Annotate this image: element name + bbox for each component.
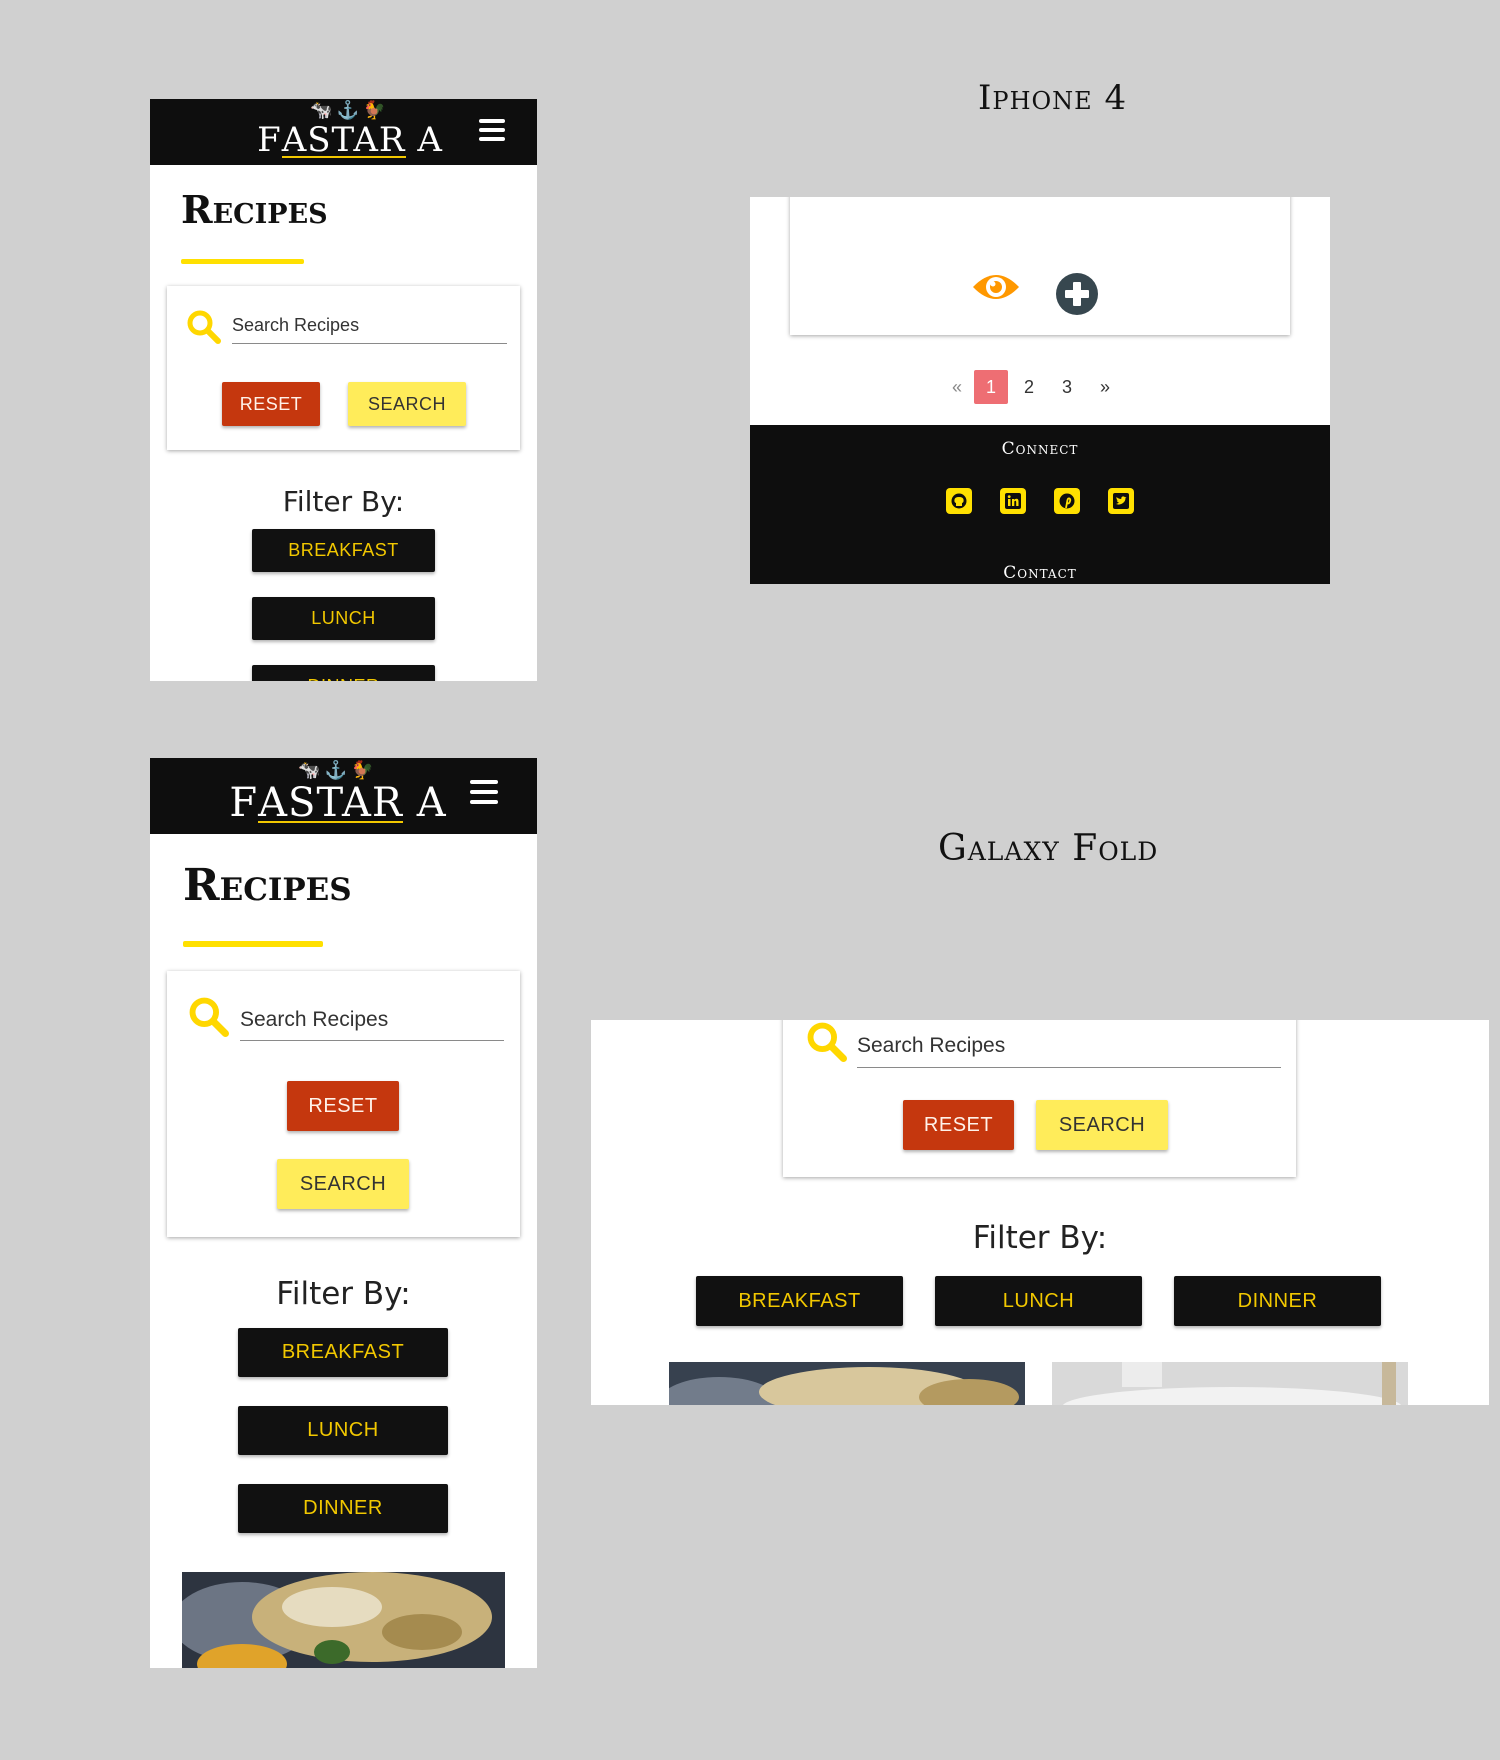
filter-lunch-button[interactable]: LUNCH <box>252 597 435 640</box>
filter-title: Filter By: <box>282 485 405 518</box>
add-icon[interactable] <box>1056 273 1098 315</box>
footer-contact-heading: Contact <box>1003 563 1077 583</box>
filter-breakfast-button[interactable]: BREAKFAST <box>696 1276 903 1326</box>
pagination-page-1[interactable]: 1 <box>974 370 1008 404</box>
navbar: 🐄⚓🐓 FASTAR A <box>150 758 537 834</box>
search-icon <box>807 1022 847 1062</box>
recipe-card <box>790 197 1290 335</box>
filter-dinner-button[interactable]: DINNER <box>252 665 435 681</box>
pagination-page-3[interactable]: 3 <box>1050 370 1084 404</box>
pagination: « 1 2 3 » <box>940 370 1122 404</box>
search-card: RESET SEARCH <box>167 286 520 450</box>
filter-breakfast-button[interactable]: BREAKFAST <box>252 529 435 572</box>
search-input[interactable] <box>857 1024 1281 1068</box>
search-card: RESET SEARCH <box>783 1020 1296 1177</box>
menu-icon[interactable] <box>479 119 505 141</box>
footer: Connect Contact <box>750 425 1330 584</box>
github-icon[interactable] <box>946 488 972 514</box>
filter-dinner-button[interactable]: DINNER <box>238 1484 448 1533</box>
search-input[interactable] <box>240 999 504 1041</box>
twitter-icon[interactable] <box>1108 488 1134 514</box>
pagination-page-2[interactable]: 2 <box>1012 370 1046 404</box>
filter-title: Filter By: <box>972 1220 1108 1256</box>
title-underline <box>183 941 323 947</box>
search-icon <box>189 997 229 1037</box>
recipe-image[interactable] <box>182 1572 505 1668</box>
iphone-label: Iphone 4 <box>978 78 1128 118</box>
search-icon <box>187 310 221 344</box>
filter-lunch-button[interactable]: LUNCH <box>238 1406 448 1455</box>
reset-button[interactable]: RESET <box>903 1100 1014 1150</box>
galaxy-screen-phone: 🐄⚓🐓 FASTAR A Recipes RESET SEARCH Filter… <box>150 758 537 1668</box>
page-title: Recipes <box>181 187 328 232</box>
filter-title: Filter By: <box>276 1276 411 1312</box>
reset-button[interactable]: RESET <box>287 1081 399 1131</box>
navbar: 🐄⚓🐓 FASTAR A <box>150 99 537 165</box>
galaxy-label: Galaxy Fold <box>938 828 1159 869</box>
filter-dinner-button[interactable]: DINNER <box>1174 1276 1381 1326</box>
logo-animals-icon: 🐄⚓🐓 <box>298 760 378 781</box>
linkedin-icon[interactable] <box>1000 488 1026 514</box>
recipe-image[interactable] <box>1052 1362 1408 1405</box>
title-underline <box>181 259 304 264</box>
filter-breakfast-button[interactable]: BREAKFAST <box>238 1328 448 1377</box>
iphone-screen-footer: « 1 2 3 » Connect Contact <box>750 197 1330 584</box>
pagination-next[interactable]: » <box>1088 370 1122 404</box>
iphone-screen-top: 🐄⚓🐓 FASTAR A Recipes RESET SEARCH Filter… <box>150 99 537 681</box>
brand-logo[interactable]: 🐄⚓🐓 FASTAR A <box>250 100 450 161</box>
pinterest-icon[interactable] <box>1054 488 1080 514</box>
search-button[interactable]: SEARCH <box>277 1159 409 1209</box>
menu-icon[interactable] <box>470 780 498 804</box>
footer-connect-heading: Connect <box>1001 439 1079 459</box>
eye-icon[interactable] <box>971 269 1021 305</box>
reset-button[interactable]: RESET <box>222 382 320 426</box>
filter-lunch-button[interactable]: LUNCH <box>935 1276 1142 1326</box>
galaxy-screen-tablet: RESET SEARCH Filter By: BREAKFAST LUNCH … <box>591 1020 1489 1405</box>
search-card: RESET SEARCH <box>167 971 520 1237</box>
logo-animals-icon: 🐄⚓🐓 <box>310 100 390 121</box>
page-title: Recipes <box>183 860 352 911</box>
recipe-image[interactable] <box>669 1362 1025 1405</box>
search-button[interactable]: SEARCH <box>1036 1100 1168 1150</box>
search-input[interactable] <box>232 308 507 344</box>
pagination-prev[interactable]: « <box>940 370 974 404</box>
search-button[interactable]: SEARCH <box>348 382 466 426</box>
brand-logo[interactable]: 🐄⚓🐓 FASTAR A <box>228 760 448 827</box>
